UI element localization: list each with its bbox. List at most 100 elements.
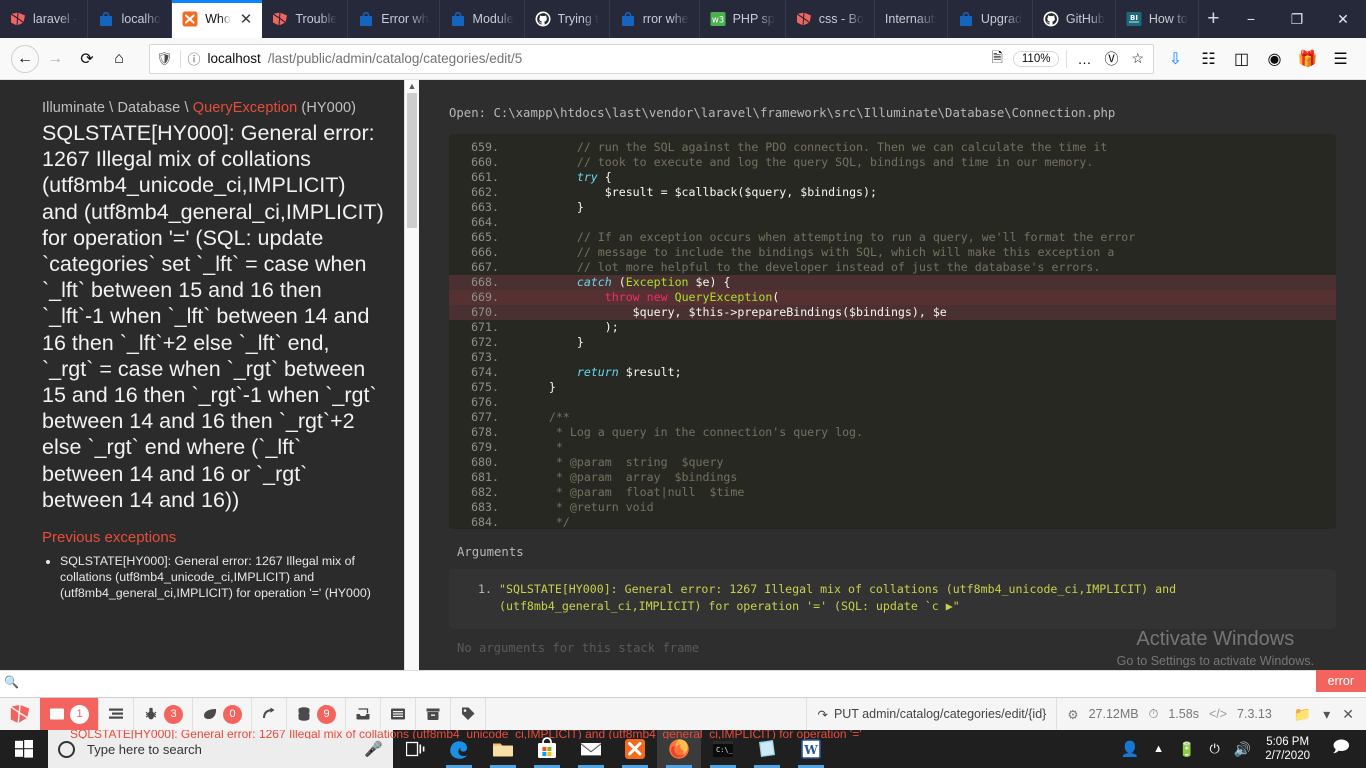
debugbar-route[interactable]: ↷ PUT admin/catalog/categories/edit/{id} bbox=[807, 698, 1058, 730]
shopping-bag-favicon bbox=[360, 11, 373, 26]
scrollbar-thumb[interactable] bbox=[407, 93, 417, 228]
debugbar-badge: 3 bbox=[164, 704, 183, 724]
code-line-text: catch (Exception $e) { bbox=[576, 275, 731, 289]
laravel-debugbar-logo[interactable] bbox=[0, 698, 40, 730]
browser-tab[interactable]: localho bbox=[88, 0, 173, 38]
back-button[interactable]: ← bbox=[11, 44, 39, 73]
xampp-favicon bbox=[182, 11, 198, 27]
search-icon[interactable]: 🔍 bbox=[4, 675, 19, 689]
debugbar-tab-database[interactable]: 9 bbox=[287, 698, 346, 730]
find-in-page-bar[interactable]: 🔍 bbox=[0, 670, 1366, 692]
code-line-text: return $result; bbox=[576, 365, 682, 379]
reader-view-icon[interactable]: 🗎 bbox=[989, 47, 1006, 71]
browser-tab[interactable]: Trying t bbox=[525, 0, 610, 38]
info-icon[interactable]: ⓘ bbox=[188, 49, 201, 68]
debugbar-tab-exceptions-bug[interactable]: 3 bbox=[134, 698, 193, 730]
laravel-favicon bbox=[796, 12, 811, 26]
code-line-text: throw new QueryException( bbox=[604, 290, 780, 304]
show-hidden-icons-chevron[interactable]: ▲ bbox=[1153, 743, 1164, 755]
debugbar-tab-session-box[interactable] bbox=[416, 698, 451, 730]
tab-title: Upgrad bbox=[980, 12, 1022, 26]
request-time: 1.58s bbox=[1168, 707, 1199, 721]
chevron-down-icon[interactable]: ▾ bbox=[1323, 706, 1330, 723]
debugbar-tab-route-arrow[interactable] bbox=[252, 698, 287, 730]
debugbar-tab-logs[interactable] bbox=[381, 698, 416, 730]
browser-tab[interactable]: Module bbox=[440, 0, 525, 38]
code-line-text: /** bbox=[521, 410, 570, 424]
library-icon[interactable]: ☷ bbox=[1193, 44, 1224, 74]
debugbar-tab-request-tag[interactable] bbox=[451, 698, 486, 730]
extension-gift-icon[interactable]: 🎁 bbox=[1292, 44, 1323, 74]
browser-tab-active[interactable]: Who ✕ bbox=[172, 0, 263, 38]
account-icon[interactable]: ◉ bbox=[1259, 44, 1290, 74]
debugbar-tab-messages[interactable]: 1 bbox=[40, 698, 99, 730]
code-line-number: 668. bbox=[471, 275, 499, 289]
browser-tab[interactable]: GitHub bbox=[1033, 0, 1116, 38]
code-detail-pane: Open: C:\xampp\htdocs\last\vendor\larave… bbox=[404, 80, 1366, 692]
exception-summary-pane: Illuminate \ Database \ QueryException (… bbox=[0, 80, 404, 692]
code-line-number: 663. bbox=[471, 200, 499, 214]
code-line: 672. } bbox=[449, 335, 1336, 350]
github-favicon bbox=[1043, 11, 1059, 27]
browser-tab[interactable]: css - Bo bbox=[786, 0, 875, 38]
zoom-level-indicator[interactable]: 110% bbox=[1012, 50, 1060, 67]
people-icon[interactable]: 👤 bbox=[1120, 740, 1139, 758]
code-line-text: // run the SQL against the PDO connectio… bbox=[521, 140, 1108, 154]
source-code-viewer[interactable]: 659. // run the SQL against the PDO conn… bbox=[449, 134, 1336, 529]
bookmark-star-icon[interactable]: ☆ bbox=[1128, 50, 1147, 67]
code-line: 675. } bbox=[449, 380, 1336, 395]
browser-tab[interactable]: Trouble bbox=[262, 0, 349, 38]
code-line-number: 662. bbox=[471, 185, 499, 199]
wifi-icon[interactable]: ⏻ bbox=[1210, 741, 1220, 757]
php-version: 7.3.13 bbox=[1237, 707, 1272, 721]
browser-tab[interactable]: w3 PHP sp bbox=[700, 0, 786, 38]
code-line-text: ); bbox=[521, 320, 619, 334]
left-pane-scrollbar[interactable]: ▲ bbox=[404, 80, 419, 692]
tab-close-icon[interactable]: ✕ bbox=[240, 12, 253, 27]
restore-button[interactable]: ❐ bbox=[1274, 0, 1320, 38]
reload-button[interactable]: ⟳ bbox=[71, 44, 103, 74]
page-actions-icon[interactable]: … bbox=[1074, 51, 1094, 67]
browser-tab[interactable]: laravel - bbox=[0, 0, 89, 38]
action-center-icon[interactable]: 🗩 bbox=[1324, 736, 1358, 763]
debugbar-tab-timeline[interactable] bbox=[99, 698, 134, 730]
browser-tab[interactable]: Upgrad bbox=[948, 0, 1033, 38]
browser-tab[interactable]: rror whe bbox=[610, 0, 700, 38]
battery-icon[interactable]: 🔋 bbox=[1178, 741, 1195, 758]
messages-icon bbox=[50, 708, 64, 720]
code-line-text: // lot more helpful to the developer ins… bbox=[521, 260, 1101, 274]
search-placeholder: Type here to search bbox=[87, 741, 202, 757]
debugbar-tab-views-leaf[interactable]: 0 bbox=[193, 698, 252, 730]
browser-tab[interactable]: BI How to bbox=[1116, 0, 1199, 38]
browser-tab[interactable]: Error wh bbox=[348, 0, 440, 38]
microphone-icon[interactable]: 🎤 bbox=[364, 740, 383, 758]
laravel-favicon bbox=[273, 12, 288, 26]
scroll-up-arrow[interactable]: ▲ bbox=[405, 80, 419, 93]
code-line: 669. throw new QueryException( bbox=[449, 290, 1336, 305]
sidebar-icon[interactable]: ◫ bbox=[1226, 44, 1257, 74]
volume-icon[interactable]: 🔊 bbox=[1234, 741, 1251, 758]
close-window-button[interactable]: ✕ bbox=[1320, 0, 1366, 38]
new-tab-button[interactable]: + bbox=[1199, 0, 1228, 38]
url-path: /last/public/admin/catalog/categories/ed… bbox=[267, 51, 523, 66]
home-button[interactable]: ⌂ bbox=[103, 44, 135, 74]
code-line: 673. bbox=[449, 350, 1336, 365]
debugbar-spacer bbox=[486, 698, 808, 730]
forward-button[interactable]: → bbox=[39, 44, 71, 74]
code-line-number: 673. bbox=[471, 350, 499, 364]
url-divider-2 bbox=[1066, 49, 1068, 68]
gears-icon[interactable]: ⚙ bbox=[1067, 707, 1078, 722]
pocket-icon[interactable]: Ⓥ bbox=[1101, 49, 1121, 69]
browser-tab[interactable]: Internauts - bbox=[875, 0, 948, 38]
previous-exceptions-title: Previous exceptions bbox=[42, 529, 177, 547]
folder-icon[interactable]: 📁 bbox=[1294, 706, 1311, 723]
address-bar[interactable]: 🛡 ⓘ localhost/last/public/admin/catalog/… bbox=[149, 43, 1154, 74]
php-icon: </> bbox=[1208, 707, 1228, 721]
debugbar-tab-mail-inbox[interactable] bbox=[346, 698, 381, 730]
hamburger-menu-icon[interactable]: ☰ bbox=[1325, 44, 1356, 74]
minimize-button[interactable]: − bbox=[1228, 0, 1274, 38]
download-icon[interactable]: ⇩ bbox=[1160, 44, 1191, 74]
debugbar-close-icon[interactable]: ✕ bbox=[1342, 706, 1354, 723]
clock[interactable]: 5:06 PM 2/7/2020 bbox=[1265, 735, 1310, 763]
shield-icon[interactable]: 🛡 bbox=[156, 51, 173, 67]
